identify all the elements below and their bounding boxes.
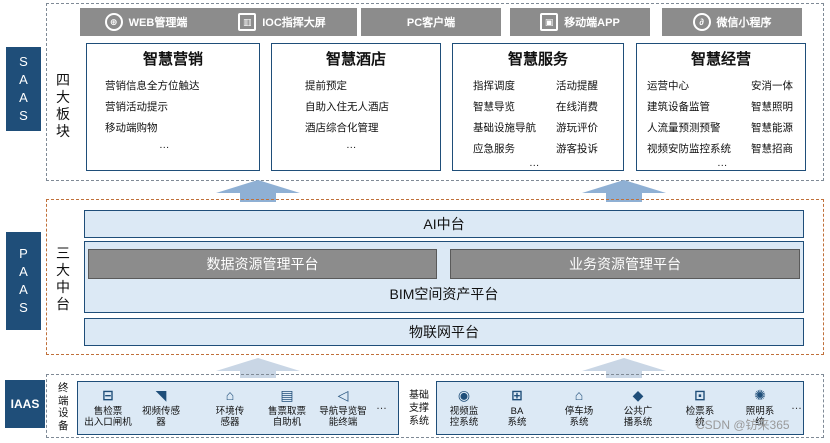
paas-tag: PAAS: [6, 232, 41, 330]
device-navigation: ◁ 导航导览智 能终端: [319, 386, 367, 429]
paas-side-label: 三大中台: [56, 245, 70, 312]
infra-label: 基础 支撑 系统: [409, 390, 429, 427]
iot-platform: 物联网平台: [84, 318, 804, 346]
broadcast-icon: ◆: [632, 386, 644, 403]
gate-icon: ⊟: [102, 386, 114, 403]
parking-icon: ⌂: [574, 386, 584, 403]
data-resource-platform: 数据资源管理平台: [88, 249, 437, 279]
camera-icon: ◥: [155, 386, 167, 403]
watermark: CSDN @钫来365: [696, 418, 790, 432]
iaas-tag: IAAS: [5, 380, 45, 428]
device-gate: ⊟ 售检票 出入口闸机: [84, 386, 132, 429]
business-resource-platform: 业务资源管理平台: [450, 249, 800, 279]
kiosk-icon: ▤: [280, 386, 294, 403]
infra-broadcast: ◆ 公共广 播系统: [623, 386, 653, 429]
navigation-icon: ◁: [337, 386, 349, 403]
terminal-label: 终端设备: [58, 382, 69, 432]
ai-platform: AI中台: [84, 210, 804, 238]
infra-ba: ⊞ BA 系统: [507, 386, 527, 429]
sensor-icon: ⌂: [225, 386, 235, 403]
device-kiosk: ▤ 售票取票 自助机: [267, 386, 306, 429]
network-icon: ⊞: [511, 386, 523, 403]
device-camera: ◥ 视频传感 器: [141, 386, 180, 429]
infra-parking: ⌂ 停车场 系统: [564, 386, 594, 429]
monitor-icon: ◉: [457, 386, 471, 403]
device-env-sensor: ⌂ 环境传 感器: [215, 386, 245, 429]
infra-video: ◉ 视频监 控系统: [449, 386, 479, 429]
ticket-icon: ⊡: [694, 386, 706, 403]
light-icon: ✺: [754, 386, 766, 403]
terminal-devices-panel: ⊟ 售检票 出入口闸机 ◥ 视频传感 器 ⌂ 环境传 感器 ▤ 售票取票 自助机…: [77, 381, 399, 435]
